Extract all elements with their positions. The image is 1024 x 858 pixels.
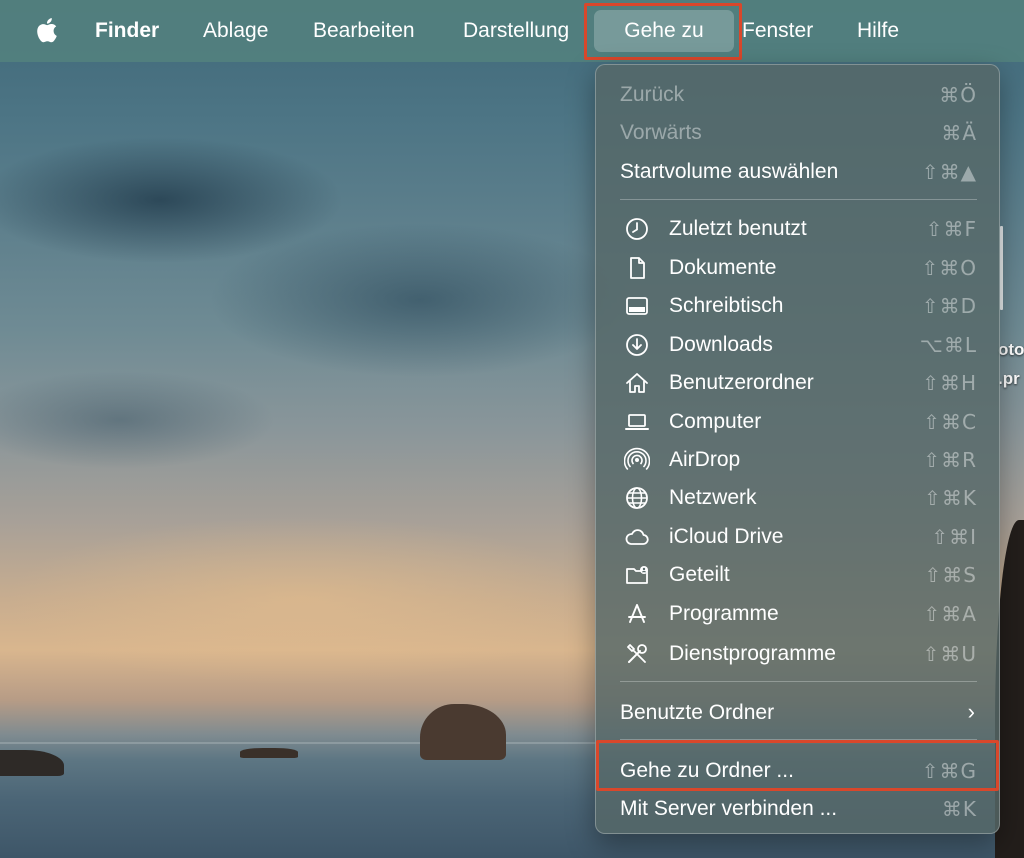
menu-item-label: iCloud Drive (669, 525, 784, 548)
shortcut-label: ⌘Ö (939, 83, 977, 107)
menu-item-label: AirDrop (669, 448, 741, 471)
menu-item-utilities[interactable]: Dienstprogramme ⇧⌘U (596, 634, 1001, 672)
clock-icon (624, 216, 650, 242)
menu-hilfe[interactable]: Hilfe (857, 0, 899, 62)
document-icon (624, 255, 650, 281)
menu-item-label: Downloads (669, 333, 773, 356)
menu-item-label: Mit Server verbinden ... (620, 797, 838, 820)
desktop-icon (624, 293, 650, 319)
shortcut-label: ⇧⌘▲ (921, 160, 977, 184)
menu-item-label: Benutzte Ordner (620, 701, 775, 724)
menu-item-home[interactable]: Benutzerordner ⇧⌘H (596, 363, 1001, 401)
shortcut-label: ⌥⌘L (919, 333, 977, 357)
menu-bar: Finder Ablage Bearbeiten Darstellung Geh… (0, 0, 1024, 62)
shortcut-label: ⇧⌘G (921, 759, 977, 783)
menu-item-label: Programme (669, 602, 779, 625)
globe-icon (624, 485, 650, 511)
download-icon (624, 332, 650, 358)
shortcut-label: ⇧⌘F (925, 217, 977, 241)
shortcut-label: ⌘K (941, 797, 977, 821)
shortcut-label: ⇧⌘A (923, 602, 977, 626)
menu-item-go-to-folder[interactable]: Gehe zu Ordner ... ⇧⌘G (596, 751, 1001, 789)
shortcut-label: ⇧⌘D (921, 294, 977, 318)
menu-item-startup-volume[interactable]: Startvolume auswählen ⇧⌘▲ (596, 152, 1001, 190)
menu-item-label: Benutzerordner (669, 371, 814, 394)
menu-item-label: Dokumente (669, 256, 777, 279)
utilities-icon (624, 641, 650, 667)
go-menu-dropdown: Zurück ⌘Ö Vorwärts ⌘Ä Startvolume auswäh… (595, 64, 1000, 834)
menu-item-forward[interactable]: Vorwärts ⌘Ä (596, 113, 1001, 151)
shared-folder-icon (624, 562, 650, 588)
shortcut-label: ⇧⌘U (922, 642, 977, 666)
menu-item-connect-server[interactable]: Mit Server verbinden ... ⌘K (596, 789, 1001, 827)
menu-item-label: Dienstprogramme (669, 642, 836, 665)
menu-item-shared[interactable]: Geteilt ⇧⌘S (596, 555, 1001, 593)
menu-item-label: Geteilt (669, 563, 730, 586)
menu-item-label: Zurück (620, 83, 685, 106)
menu-separator (620, 681, 977, 682)
menu-fenster[interactable]: Fenster (742, 0, 813, 62)
menu-item-back[interactable]: Zurück ⌘Ö (596, 75, 1001, 113)
menu-ablage[interactable]: Ablage (203, 0, 268, 62)
menu-item-label: Netzwerk (669, 486, 757, 509)
applications-icon (624, 601, 650, 627)
menu-finder[interactable]: Finder (95, 0, 159, 62)
menu-item-label: Schreibtisch (669, 294, 784, 317)
menu-item-label: Computer (669, 410, 762, 433)
menu-bearbeiten[interactable]: Bearbeiten (313, 0, 415, 62)
shortcut-label: ⇧⌘O (921, 256, 977, 280)
shortcut-label: ⇧⌘S (924, 563, 977, 587)
menu-item-computer[interactable]: Computer ⇧⌘C (596, 402, 1001, 440)
airdrop-icon (624, 447, 650, 473)
menu-item-label: Zuletzt benutzt (669, 217, 807, 240)
desktop-file-label[interactable]: oto (998, 340, 1024, 360)
shortcut-label: ⌘Ä (941, 121, 977, 145)
desktop-file-label[interactable]: .pr (998, 369, 1020, 389)
shortcut-label: ⇧⌘H (922, 371, 977, 395)
rock-small (240, 748, 298, 758)
menu-darstellung[interactable]: Darstellung (463, 0, 569, 62)
menu-item-documents[interactable]: Dokumente ⇧⌘O (596, 248, 1001, 286)
menu-item-downloads[interactable]: Downloads ⌥⌘L (596, 325, 1001, 363)
menu-item-recent-folders[interactable]: Benutzte Ordner › (596, 693, 1001, 731)
cloud-icon (624, 524, 650, 550)
menu-item-applications[interactable]: Programme ⇧⌘A (596, 594, 1001, 632)
sea-stack-rock (420, 704, 506, 760)
menu-item-desktop[interactable]: Schreibtisch ⇧⌘D (596, 286, 1001, 324)
menu-item-recents[interactable]: Zuletzt benutzt ⇧⌘F (596, 209, 1001, 247)
laptop-icon (624, 409, 650, 435)
menu-gehe-zu[interactable]: Gehe zu (594, 10, 734, 52)
menu-separator (620, 739, 977, 740)
menu-item-icloud-drive[interactable]: iCloud Drive ⇧⌘I (596, 517, 1001, 555)
chevron-right-icon: › (967, 699, 975, 724)
menu-item-network[interactable]: Netzwerk ⇧⌘K (596, 478, 1001, 516)
shortcut-label: ⇧⌘K (924, 486, 977, 510)
menu-item-label: Gehe zu Ordner ... (620, 759, 794, 782)
shortcut-label: ⇧⌘C (923, 410, 977, 434)
home-icon (624, 370, 650, 396)
menu-item-label: Vorwärts (620, 121, 702, 144)
menu-item-label: Startvolume auswählen (620, 160, 839, 183)
shortcut-label: ⇧⌘I (931, 525, 977, 549)
menu-item-airdrop[interactable]: AirDrop ⇧⌘R (596, 440, 1001, 478)
shortcut-label: ⇧⌘R (923, 448, 977, 472)
menu-separator (620, 199, 977, 200)
apple-logo-icon[interactable] (35, 15, 61, 45)
